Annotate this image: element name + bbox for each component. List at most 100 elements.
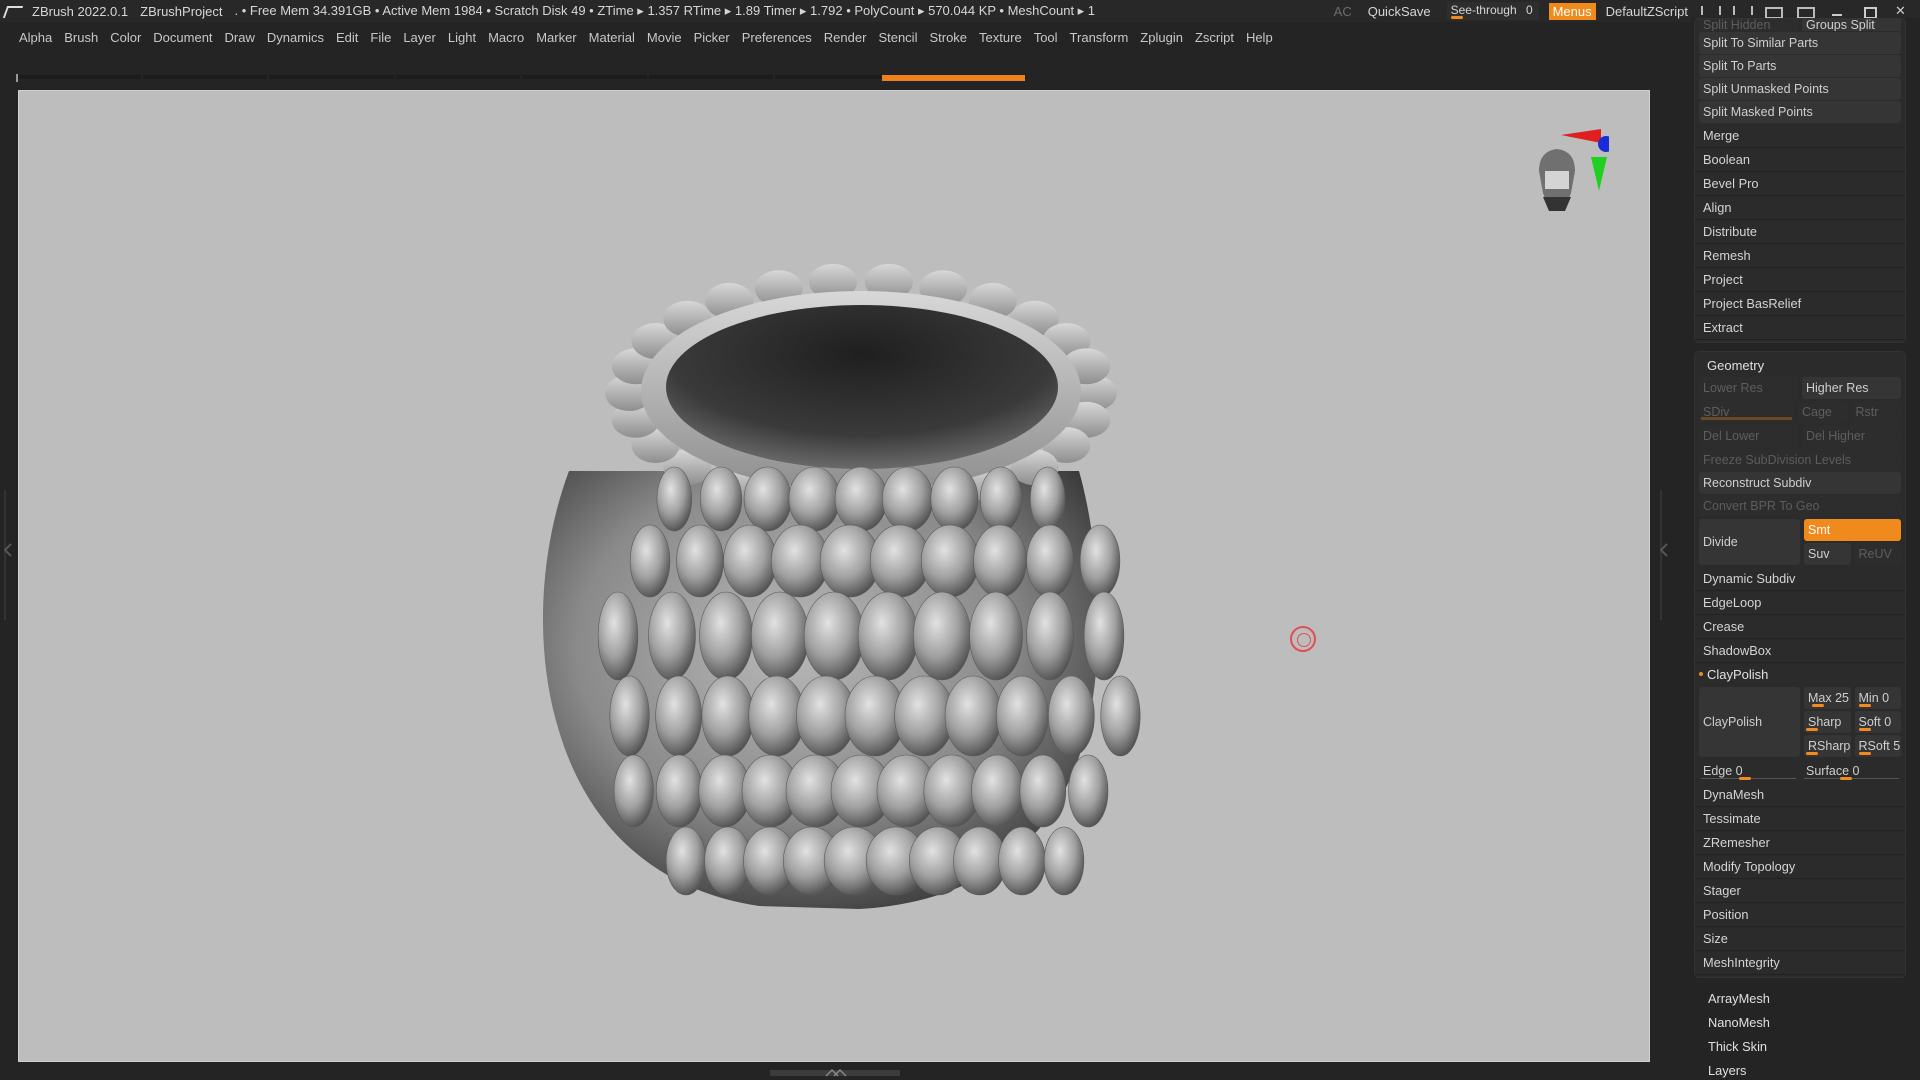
subpalette-zremesher[interactable]: ZRemesher	[1695, 831, 1905, 855]
convert-bpr-button[interactable]: Convert BPR To Geo	[1699, 495, 1901, 517]
menu-alpha[interactable]: Alpha	[13, 30, 58, 45]
quicksave-button[interactable]: QuickSave	[1368, 4, 1431, 19]
menu-brush[interactable]: Brush	[58, 30, 104, 45]
menu-macro[interactable]: Macro	[482, 30, 530, 45]
lower-res-button[interactable]: Lower Res	[1699, 377, 1798, 399]
menu-dynamics[interactable]: Dynamics	[261, 30, 330, 45]
claypolish-button[interactable]: ClayPolish	[1699, 687, 1800, 757]
width-adjust-icon[interactable]	[1698, 4, 1721, 18]
subpalette-arraymesh[interactable]: ArrayMesh	[1692, 986, 1920, 1010]
button-split-to-similar-parts[interactable]: Split To Similar Parts	[1699, 32, 1901, 54]
active-tray-indicator[interactable]	[882, 75, 1025, 81]
see-through-handle[interactable]	[1450, 16, 1463, 19]
subpalette-bevel-pro[interactable]: Bevel Pro	[1695, 172, 1905, 196]
max-slider[interactable]: Max 25	[1804, 687, 1851, 709]
menu-material[interactable]: Material	[583, 30, 641, 45]
menu-edit[interactable]: Edit	[330, 30, 364, 45]
surface-slider[interactable]: Surface 0	[1802, 760, 1901, 782]
restore-icon[interactable]	[1858, 4, 1880, 19]
subpalette-meshintegrity[interactable]: MeshIntegrity	[1695, 951, 1905, 975]
subpalette-tessimate[interactable]: Tessimate	[1695, 807, 1905, 831]
pot-model[interactable]	[19, 91, 1651, 1063]
ac-toggle[interactable]: AC	[1334, 4, 1352, 19]
menu-zplugin[interactable]: Zplugin	[1134, 30, 1189, 45]
freeze-subdiv-button[interactable]: Freeze SubDivision Levels	[1699, 449, 1901, 471]
menu-texture[interactable]: Texture	[973, 30, 1028, 45]
menu-light[interactable]: Light	[442, 30, 482, 45]
suv-toggle[interactable]: Suv	[1804, 543, 1851, 565]
cage-button[interactable]: Cage	[1798, 401, 1848, 423]
orientation-gizmo[interactable]	[1519, 101, 1609, 211]
left-arrow-icon[interactable]	[3, 542, 13, 558]
right-arrow-icon[interactable]	[1659, 542, 1669, 558]
see-through-slider[interactable]: See-through 0	[1446, 2, 1539, 20]
subpalette-project-basrelief[interactable]: Project BasRelief	[1695, 292, 1905, 316]
subpalette-nanomesh[interactable]: NanoMesh	[1692, 1010, 1920, 1034]
subpalette-dynamesh[interactable]: DynaMesh	[1695, 783, 1905, 807]
divide-button[interactable]: Divide	[1699, 519, 1800, 565]
del-lower-button[interactable]: Del Lower	[1699, 425, 1798, 447]
subpalette-dynamic-subdiv[interactable]: Dynamic Subdiv	[1695, 567, 1905, 591]
subpalette-align[interactable]: Align	[1695, 196, 1905, 220]
menu-stroke[interactable]: Stroke	[923, 30, 973, 45]
smt-toggle[interactable]: Smt	[1804, 519, 1901, 541]
subpalette-shadowbox[interactable]: ShadowBox	[1695, 639, 1905, 663]
subpalette-stager[interactable]: Stager	[1695, 879, 1905, 903]
claypolish-header[interactable]: ClayPolish	[1695, 663, 1905, 685]
menu-transform[interactable]: Transform	[1064, 30, 1135, 45]
subpalette-edgeloop[interactable]: EdgeLoop	[1695, 591, 1905, 615]
menu-picker[interactable]: Picker	[688, 30, 736, 45]
sharp-slider[interactable]: Sharp	[1804, 711, 1851, 733]
soft-slider[interactable]: Soft 0	[1854, 711, 1901, 733]
split-hidden-button[interactable]: Split Hidden	[1699, 19, 1798, 31]
menu-render[interactable]: Render	[818, 30, 873, 45]
document-canvas[interactable]	[18, 90, 1650, 1062]
rsoft-slider[interactable]: RSoft 5	[1854, 735, 1901, 757]
subpalette-thick-skin[interactable]: Thick Skin	[1692, 1034, 1920, 1058]
subpalette-project[interactable]: Project	[1695, 268, 1905, 292]
menu-tool[interactable]: Tool	[1028, 30, 1064, 45]
reuv-toggle[interactable]: ReUV	[1854, 543, 1901, 565]
subpalette-merge[interactable]: Merge	[1695, 124, 1905, 148]
del-higher-button[interactable]: Del Higher	[1802, 425, 1901, 447]
button-split-to-parts[interactable]: Split To Parts	[1699, 55, 1901, 77]
higher-res-button[interactable]: Higher Res	[1802, 377, 1901, 399]
menus-toggle-button[interactable]: Menus	[1548, 2, 1596, 20]
rstr-button[interactable]: Rstr	[1851, 401, 1901, 423]
subpalette-boolean[interactable]: Boolean	[1695, 148, 1905, 172]
menu-draw[interactable]: Draw	[219, 30, 261, 45]
menu-zscript[interactable]: Zscript	[1189, 30, 1240, 45]
minimize-icon[interactable]	[1826, 4, 1848, 18]
subpalette-size[interactable]: Size	[1695, 927, 1905, 951]
sdiv-slider[interactable]: SDiv	[1699, 401, 1794, 423]
subpalette-position[interactable]: Position	[1695, 903, 1905, 927]
menu-color[interactable]: Color	[104, 30, 147, 45]
subpalette-modify-topology[interactable]: Modify Topology	[1695, 855, 1905, 879]
rsharp-slider[interactable]: RSharp	[1804, 735, 1851, 757]
menu-document[interactable]: Document	[147, 30, 218, 45]
layout-2-icon[interactable]	[1794, 4, 1816, 19]
layout-icon[interactable]	[1762, 4, 1784, 19]
subpalette-crease[interactable]: Crease	[1695, 615, 1905, 639]
expand-arrows-icon[interactable]	[824, 1066, 848, 1078]
button-split-masked-points[interactable]: Split Masked Points	[1699, 101, 1901, 123]
close-icon[interactable]	[1890, 3, 1912, 19]
menu-preferences[interactable]: Preferences	[736, 30, 818, 45]
subpalette-distribute[interactable]: Distribute	[1695, 220, 1905, 244]
menu-file[interactable]: File	[364, 30, 397, 45]
min-slider[interactable]: Min 0	[1854, 687, 1901, 709]
menu-stencil[interactable]: Stencil	[872, 30, 923, 45]
menu-movie[interactable]: Movie	[641, 30, 688, 45]
reconstruct-subdiv-button[interactable]: Reconstruct Subdiv	[1699, 472, 1901, 494]
menu-marker[interactable]: Marker	[530, 30, 582, 45]
edge-slider[interactable]: Edge 0	[1699, 760, 1798, 782]
groups-split-button[interactable]: Groups Split	[1802, 19, 1901, 31]
default-zscript-button[interactable]: DefaultZScript	[1606, 4, 1688, 19]
width-adjust-2-icon[interactable]	[1730, 4, 1753, 18]
subpalette-remesh[interactable]: Remesh	[1695, 244, 1905, 268]
menu-layer[interactable]: Layer	[397, 30, 442, 45]
menu-help[interactable]: Help	[1240, 30, 1279, 45]
subpalette-extract[interactable]: Extract	[1695, 316, 1905, 340]
subpalette-layers[interactable]: Layers	[1692, 1058, 1920, 1080]
button-split-unmasked-points[interactable]: Split Unmasked Points	[1699, 78, 1901, 100]
